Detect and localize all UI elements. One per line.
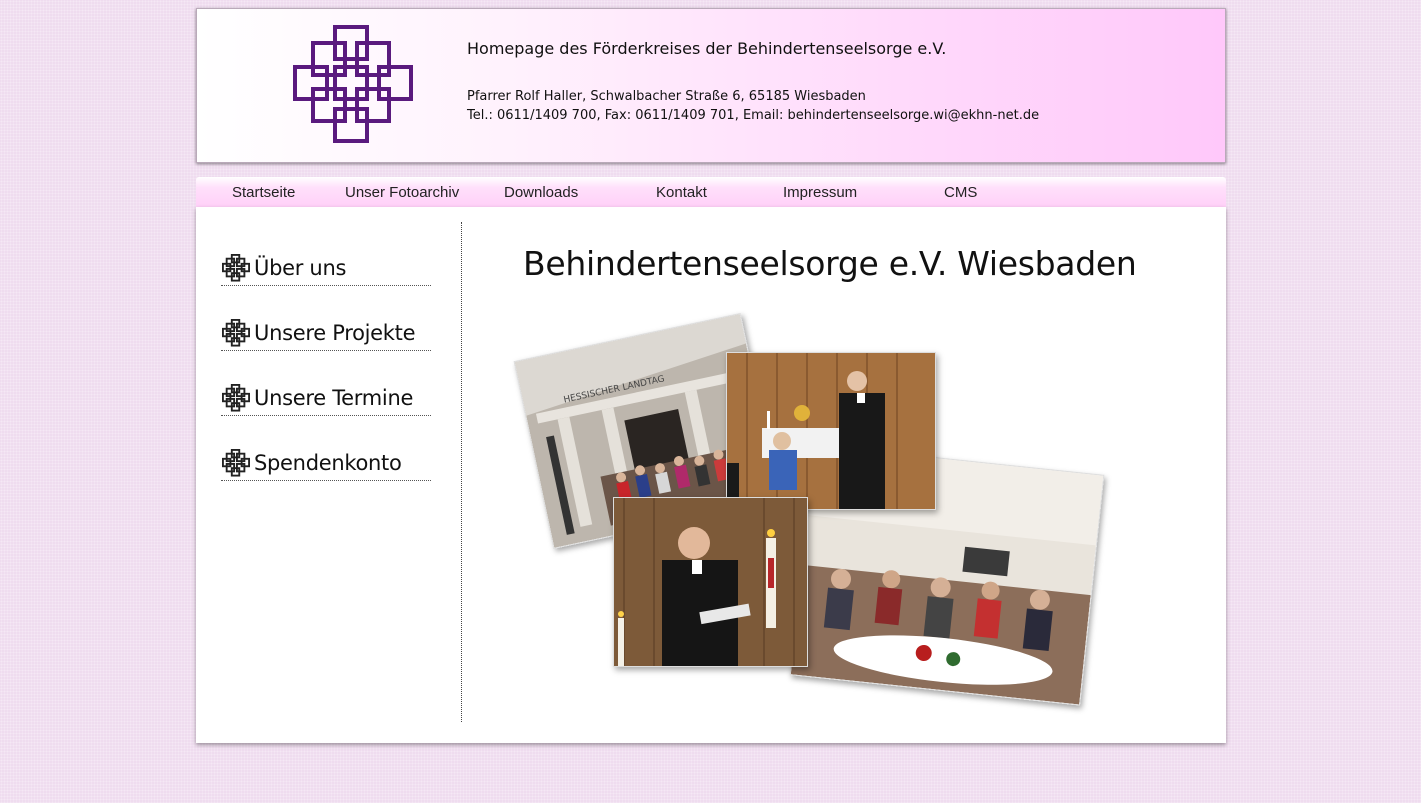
- photo-church-service: [726, 352, 936, 510]
- main-nav: Startseite Unser Fotoarchiv Downloads Ko…: [196, 177, 1226, 207]
- cross-bullet-icon: [222, 319, 250, 347]
- nav-item-startseite[interactable]: Startseite: [232, 184, 295, 201]
- cross-bullet-icon: [222, 384, 250, 412]
- sidebar-item-termine[interactable]: Unsere Termine: [221, 382, 431, 416]
- site-title: Homepage des Förderkreises der Behindert…: [467, 39, 947, 58]
- photo-pastor-reading: [613, 497, 808, 667]
- sidebar-item-label: Spendenkonto: [254, 451, 402, 475]
- sidebar-item-projekte[interactable]: Unsere Projekte: [221, 317, 431, 351]
- sidebar-item-spendenkonto[interactable]: Spendenkonto: [221, 447, 431, 481]
- column-divider: [461, 222, 462, 722]
- cross-bullet-icon: [222, 254, 250, 282]
- page-title: Behindertenseelsorge e.V. Wiesbaden: [523, 244, 1137, 283]
- contact-line: Tel.: 0611/1409 700, Fax: 0611/1409 701,…: [467, 108, 1040, 123]
- sidebar-item-label: Unsere Projekte: [254, 321, 416, 345]
- site-header: Homepage des Förderkreises der Behindert…: [196, 8, 1226, 163]
- cross-logo-icon: [293, 25, 413, 143]
- content-panel: Über uns Unsere Projekte Unsere Termine: [196, 207, 1226, 743]
- cross-bullet-icon: [222, 449, 250, 477]
- nav-item-downloads[interactable]: Downloads: [504, 184, 578, 201]
- sidebar-item-label: Über uns: [254, 256, 347, 280]
- nav-item-cms[interactable]: CMS: [944, 184, 977, 201]
- sidebar-item-label: Unsere Termine: [254, 386, 414, 410]
- sidebar-item-ueber-uns[interactable]: Über uns: [221, 252, 431, 286]
- nav-item-fotoarchiv[interactable]: Unser Fotoarchiv: [345, 184, 459, 201]
- address-line: Pfarrer Rolf Haller, Schwalbacher Straße…: [467, 89, 866, 104]
- nav-item-kontakt[interactable]: Kontakt: [656, 184, 707, 201]
- nav-item-impressum[interactable]: Impressum: [783, 184, 857, 201]
